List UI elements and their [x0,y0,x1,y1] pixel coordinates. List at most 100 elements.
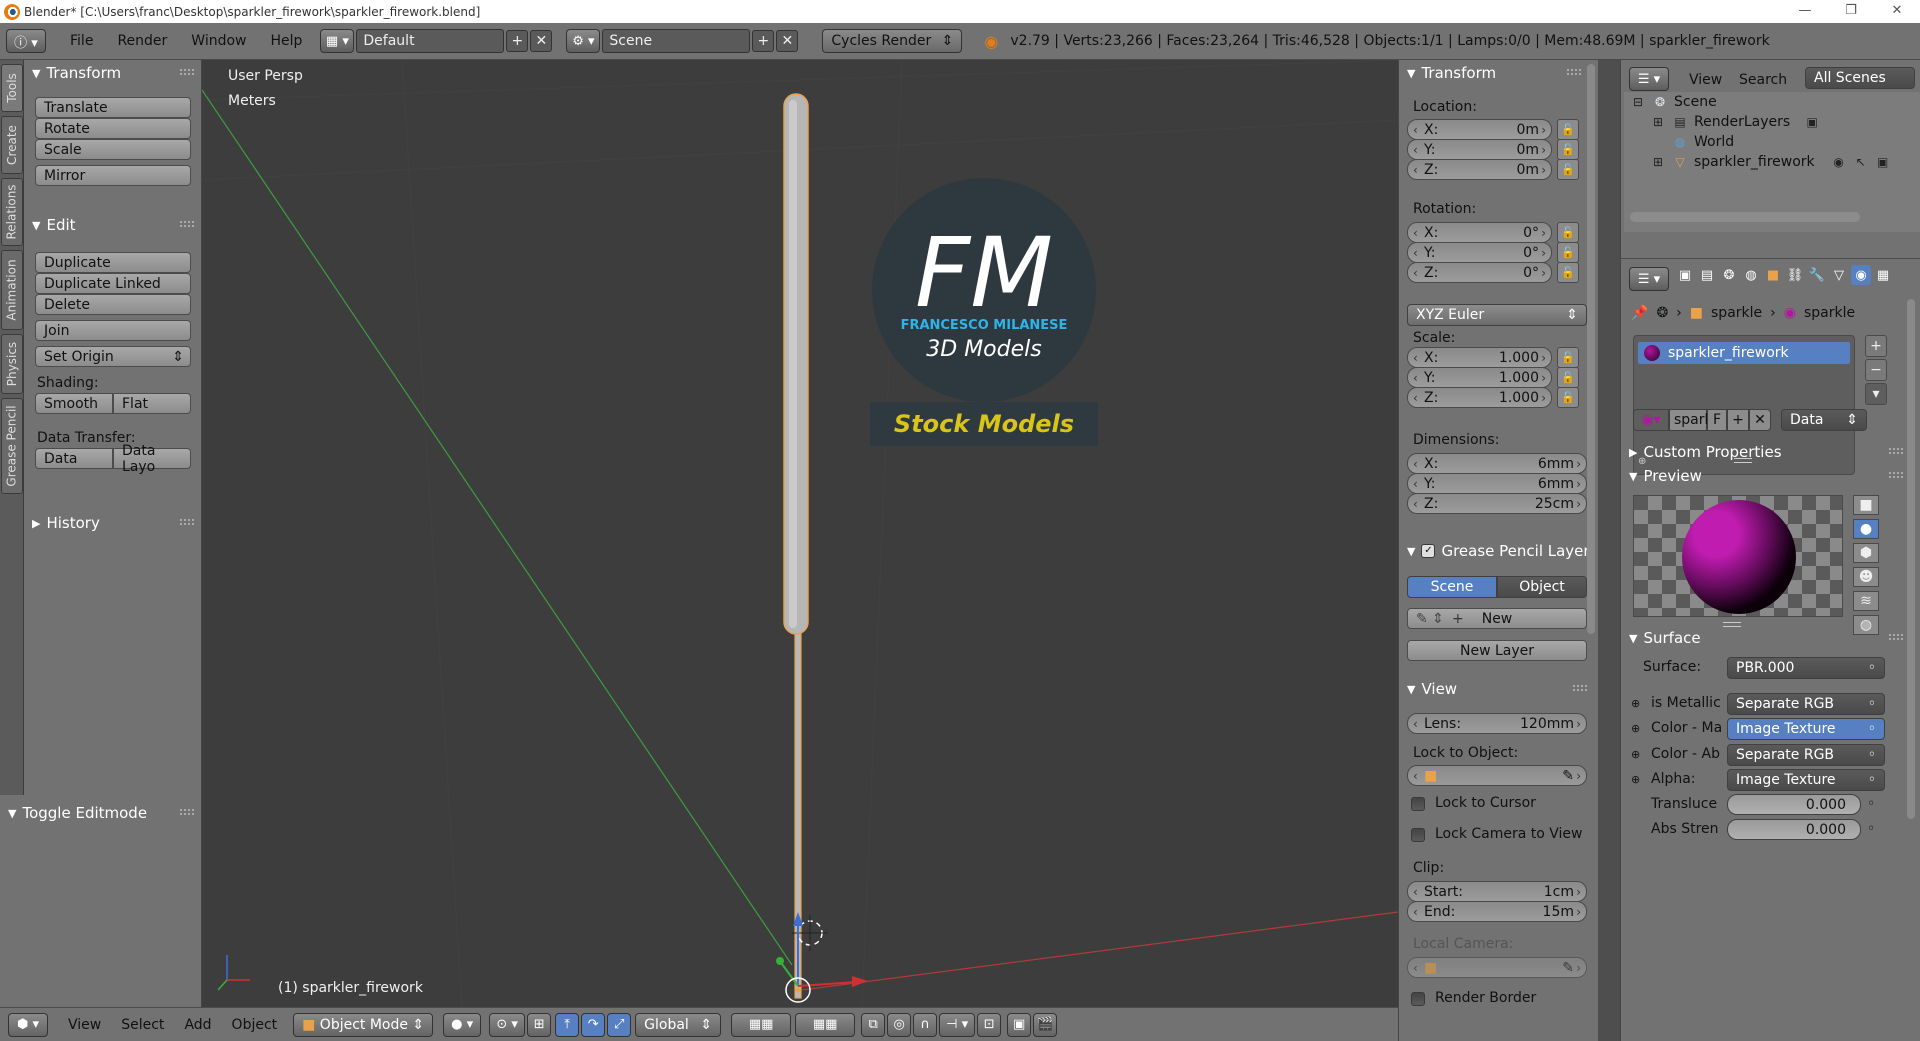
grease-pencil-enable-checkbox[interactable]: ✓ [1421,544,1436,558]
delete-layout-icon[interactable]: ✕ [530,30,553,52]
scale-y-field[interactable]: Y: 1.000 [1407,367,1552,388]
input-color-ab-dropdown[interactable]: Separate RGB ◦ [1727,744,1885,766]
snap-toggle-icon[interactable]: ∩ [913,1012,938,1037]
scene-field[interactable]: Scene [602,29,751,53]
rotation-x-field[interactable]: X: 0° [1407,222,1552,243]
toggle-editmode-header[interactable]: ▼ Toggle Editmode [0,800,202,826]
remove-slot-icon[interactable]: − [1865,359,1887,381]
minimize-button[interactable]: — [1782,0,1828,23]
lock-icon[interactable]: 🔓 [1557,159,1579,180]
close-button[interactable]: ✕ [1874,0,1920,23]
tab-animation[interactable]: Animation [1,250,23,330]
mirror-button[interactable]: Mirror [35,165,191,186]
lock-icon[interactable]: 🔓 [1557,242,1579,263]
slot-specials-icon[interactable]: ▾ [1865,383,1887,405]
new-material-icon[interactable]: + [1727,409,1749,431]
visibility-eye-icon[interactable]: ◉ [1831,154,1847,170]
3d-viewport[interactable]: FM FRANCESCO MILANESE 3D Models Stock Mo… [202,60,1398,1007]
rotation-y-field[interactable]: Y: 0° [1407,242,1552,263]
custom-properties-header[interactable]: ▶ Custom Properties [1621,439,1911,465]
breadcrumb-object[interactable]: sparkle [1711,305,1762,321]
menu-file[interactable]: File [58,33,105,49]
input-metallic-dropdown[interactable]: Separate RGB ◦ [1727,693,1885,715]
gp-object-toggle[interactable]: Object [1497,576,1587,598]
n-transform-header[interactable]: ▼ Transform [1399,60,1589,86]
node-socket-icon[interactable]: ◦ [1867,796,1875,812]
translate-manipulator-icon[interactable]: ⤒ [555,1012,580,1037]
delete-scene-icon[interactable]: ✕ [776,30,799,52]
fake-user-button[interactable]: F [1707,409,1727,431]
material-name-field[interactable]: spark [1669,409,1713,431]
transform-panel-header[interactable]: ▼ Transform [24,60,202,86]
join-button[interactable]: Join [35,320,191,341]
add-layout-icon[interactable]: + [506,30,529,52]
menu-window[interactable]: Window [179,33,258,49]
props-scrollbar[interactable] [1907,299,1915,819]
render-still-icon[interactable]: ▣ [1007,1012,1032,1037]
layers-block-1-icon[interactable]: ▦▦ [731,1012,792,1037]
data-transfer-button[interactable]: Data [35,448,113,469]
drag-grip-icon[interactable] [1889,472,1903,478]
dimension-x-field[interactable]: X: 6mm [1407,453,1587,474]
lock-icon[interactable]: 🔓 [1557,262,1579,283]
lock-icon[interactable]: 🔓 [1557,139,1579,160]
lock-icon[interactable]: 🔓 [1557,222,1579,243]
preview-header[interactable]: ▼ Preview [1621,463,1911,489]
expand-node-icon[interactable]: ⊕ [1631,773,1640,786]
snap-target-icon[interactable]: ⊡ [977,1012,1002,1037]
menu-view[interactable]: View [58,1017,111,1033]
preview-hair-icon[interactable]: ≋ [1853,591,1879,611]
drag-grip-icon[interactable] [1889,448,1903,454]
breadcrumb-material[interactable]: sparkle [1804,305,1855,321]
manipulator-toggle-icon[interactable]: ⊞ [527,1012,552,1037]
maximize-button[interactable]: ❐ [1828,0,1874,23]
renderable-camera-icon[interactable]: ▣ [1875,154,1891,170]
orientation-dropdown[interactable]: Global ⇕ [635,1012,722,1037]
outliner-menu-view[interactable]: View [1689,72,1722,88]
scene-icon[interactable]: ⚙ ▾ [566,29,601,53]
drag-grip-icon[interactable] [180,809,194,815]
history-panel-header[interactable]: ▶ History [24,510,202,536]
eyedropper-icon[interactable]: ✎ [1562,960,1574,976]
lock-camera-checkbox[interactable] [1411,828,1425,842]
pivot-point-icon[interactable]: ⊙ ▾ [489,1012,526,1037]
input-alpha-dropdown[interactable]: Image Texture ◦ [1727,769,1885,791]
scale-x-field[interactable]: X: 1.000 [1407,347,1552,368]
render-layers-tab-icon[interactable]: ▤ [1697,265,1717,285]
gp-scene-toggle[interactable]: Scene [1407,576,1497,598]
drag-grip-icon[interactable] [180,221,194,227]
browse-material-icon[interactable]: ◉▾ [1633,409,1669,431]
translate-button[interactable]: Translate [35,97,191,118]
mode-dropdown[interactable]: ■ Object Mode ⇕ [293,1012,434,1037]
tab-create[interactable]: Create [1,116,23,174]
snap-element-icon[interactable]: ⊣ ▾ [939,1012,976,1037]
viewport-shading-icon[interactable]: ● ▾ [443,1012,482,1037]
duplicate-linked-button[interactable]: Duplicate Linked [35,273,191,294]
layers-block-2-icon[interactable]: ▦▦ [795,1012,856,1037]
lock-icon[interactable]: 🔓 [1557,119,1579,140]
data-tab-icon[interactable]: ▽ [1829,265,1849,285]
render-engine-dropdown[interactable]: Cycles Render ⇕ [822,29,963,53]
preview-cube-icon[interactable]: ⬢ [1853,543,1879,563]
tab-physics[interactable]: Physics [1,334,23,394]
material-slot-selected[interactable]: sparkler_firework [1638,342,1850,364]
menu-render[interactable]: Render [105,33,179,49]
add-scene-icon[interactable]: + [752,30,775,52]
drag-grip-icon[interactable] [1573,685,1587,691]
outliner-menu-search[interactable]: Search [1739,72,1787,88]
render-animation-icon[interactable]: 🎬 [1033,1012,1058,1037]
drag-grip-icon[interactable] [180,519,194,525]
location-y-field[interactable]: Y: 0m [1407,139,1552,160]
add-slot-icon[interactable]: + [1865,335,1887,357]
tab-tools[interactable]: Tools [1,64,23,112]
edit-panel-header[interactable]: ▼ Edit [24,212,202,238]
eyedropper-icon[interactable]: ✎ [1562,768,1574,784]
local-camera-field[interactable]: ■✎ [1407,957,1587,978]
duplicate-button[interactable]: Duplicate [35,252,191,273]
location-x-field[interactable]: X: 0m [1407,119,1552,140]
expand-icon[interactable]: ⊞ [1650,114,1666,130]
outliner-item-sparkler[interactable]: ⊞ ▽ sparkler_firework ◉ ↖ ▣ [1650,152,1897,172]
expand-node-icon[interactable]: ⊕ [1631,748,1640,761]
surface-shader-dropdown[interactable]: PBR.000 ◦ [1727,657,1885,679]
clip-end-field[interactable]: End: 15m [1407,901,1587,922]
